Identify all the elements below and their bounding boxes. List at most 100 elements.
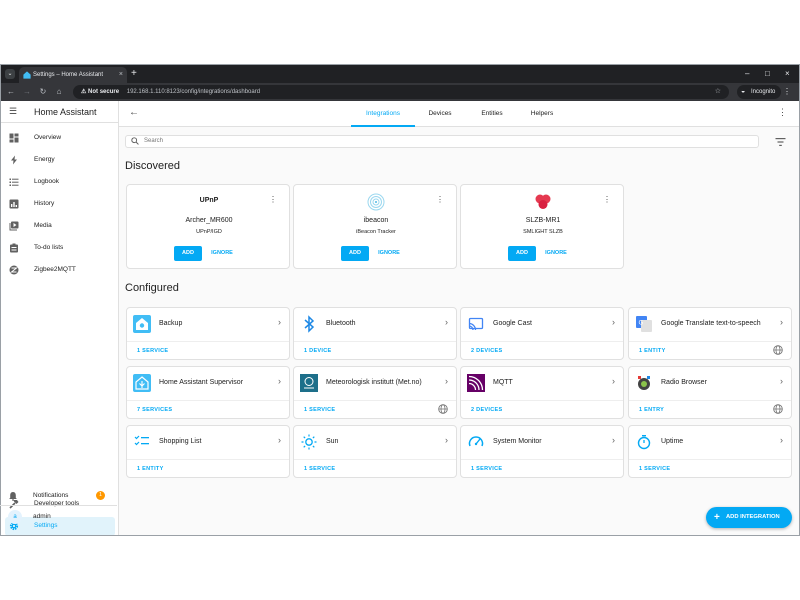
tab-search-button[interactable]: ⌄ [5,69,15,79]
sidebar-item-user[interactable]: a admin [4,508,114,527]
integration-name: Google Cast [493,320,532,327]
chevron-right-icon: › [780,376,783,386]
bluetooth-icon [304,315,315,333]
chevron-right-icon: › [780,435,783,445]
add-button[interactable]: ADD [174,246,202,261]
ignore-button[interactable]: IGNORE [377,246,401,261]
integration-name: MQTT [493,379,513,386]
integration-card-backup[interactable]: Backup › 1 SERVICE [126,307,290,360]
integration-card-met-no[interactable]: Meteorologisk institutt (Met.no) › 1 SER… [293,366,457,419]
integration-card-supervisor[interactable]: Home Assistant Supervisor › 7 SERVICES [126,366,290,419]
tab-title: Settings – Home Assistant [33,72,104,78]
sidebar-item-media[interactable]: Media [5,217,115,236]
integration-count-link[interactable]: 1 SERVICE [304,407,335,413]
sidebar-header: ☰ Home Assistant [1,101,118,123]
sidebar-item-zigbee2mqtt[interactable]: Zigbee2MQTT [5,261,115,280]
integration-card-uptime[interactable]: Uptime › 1 SERVICE [628,425,792,478]
bookmark-star-icon[interactable]: ☆ [715,85,721,99]
browser-menu-icon[interactable]: ⋮ [783,86,791,98]
overflow-menu-icon[interactable]: ⋮ [778,107,787,118]
add-integration-label: ADD INTEGRATION [726,514,780,520]
integration-count-link[interactable]: 2 DEVICES [471,348,502,354]
sidebar-item-overview[interactable]: Overview [5,129,115,148]
card-menu-icon[interactable]: ⋮ [603,195,611,204]
integration-card-sun[interactable]: Sun › 1 SERVICE [293,425,457,478]
integration-name: Backup [159,320,183,327]
ibeacon-logo-icon [367,193,385,211]
minimize-button[interactable]: – [745,68,749,80]
integration-count-link[interactable]: 1 ENTITY [639,348,666,354]
card-menu-icon[interactable]: ⋮ [269,195,277,204]
card-divider [629,400,791,401]
chevron-right-icon: › [278,435,281,445]
user-name: admin [33,513,51,520]
integration-count-link[interactable]: 1 ENTRY [639,407,664,413]
chevron-right-icon: › [612,376,615,386]
tab-devices[interactable]: Devices [419,101,461,127]
card-divider [127,341,289,342]
card-divider [294,400,456,401]
add-integration-button[interactable]: + ADD INTEGRATION [706,507,792,528]
back-arrow-icon[interactable]: ← [129,107,139,118]
configured-heading: Configured [125,282,179,294]
tab-integrations[interactable]: Integrations [351,101,415,127]
history-icon [9,199,19,209]
integration-card-google-cast[interactable]: Google Cast › 2 DEVICES [460,307,624,360]
browser-tab[interactable]: Settings – Home Assistant × [19,67,127,83]
ignore-button[interactable]: IGNORE [210,246,234,261]
tab-helpers[interactable]: Helpers [521,101,563,127]
integration-count-link[interactable]: 1 SERVICE [639,466,670,472]
discovered-card-upnp: UPnP Archer_MR600 UPnP/IGD ⋮ ADD IGNORE [126,184,290,269]
home-icon[interactable]: ⌂ [53,86,65,98]
sidebar-item-label: Energy [34,156,55,163]
integration-card-bluetooth[interactable]: Bluetooth › 1 DEVICE [293,307,457,360]
integration-count-link[interactable]: 7 SERVICES [137,407,172,413]
integration-count-link[interactable]: 1 ENTITY [137,466,164,472]
mqtt-icon [467,374,485,392]
sidebar-item-notifications[interactable]: Notifications 1 [4,487,114,506]
add-button[interactable]: ADD [508,246,536,261]
maximize-button[interactable]: □ [765,68,770,80]
integration-count-link[interactable]: 1 DEVICE [304,348,331,354]
integration-card-google-translate[interactable]: G Google Translate text-to-speech › 1 EN… [628,307,792,360]
sidebar-item-history[interactable]: History [5,195,115,214]
sidebar-item-label: Overview [34,134,62,141]
new-tab-button[interactable]: + [131,67,137,81]
not-secure-chip[interactable]: ⚠ Not secure [77,85,123,99]
close-window-button[interactable]: × [785,68,790,80]
card-divider [461,400,623,401]
integration-count-link[interactable]: 1 SERVICE [304,466,335,472]
integration-count-link[interactable]: 2 DEVICES [471,407,502,413]
menu-collapse-icon[interactable]: ☰ [9,106,17,117]
sidebar-item-label: History [34,200,55,207]
forward-arrow-icon[interactable]: → [21,86,33,98]
address-bar[interactable]: ⚠ Not secure 192.168.1.110:8123/config/i… [73,85,729,99]
reload-icon[interactable]: ↻ [37,86,49,98]
incognito-chip[interactable]: ◒ Incognito [737,85,782,99]
tab-entities[interactable]: Entities [471,101,513,127]
todo-icon [10,243,18,253]
back-arrow-icon[interactable]: ← [5,86,17,98]
card-divider [127,400,289,401]
filter-icon[interactable] [775,137,786,147]
tab-close-icon[interactable]: × [119,67,123,83]
add-button[interactable]: ADD [341,246,369,261]
sidebar-item-logbook[interactable]: Logbook [5,173,115,192]
integration-card-radio-browser[interactable]: Radio Browser › 1 ENTRY [628,366,792,419]
integration-count-link[interactable]: 1 SERVICE [471,466,502,472]
integration-card-shopping-list[interactable]: Shopping List › 1 ENTITY [126,425,290,478]
integration-card-system-monitor[interactable]: System Monitor › 1 SERVICE [460,425,624,478]
integration-name: Meteorologisk institutt (Met.no) [326,379,422,386]
card-menu-icon[interactable]: ⋮ [436,195,444,204]
integration-count-link[interactable]: 1 SERVICE [137,348,168,354]
sidebar-item-todo[interactable]: To-do lists [5,239,115,258]
ignore-button[interactable]: IGNORE [544,246,568,261]
discovered-card-slzb: SLZB-MR1 SMLIGHT SLZB ⋮ ADD IGNORE [460,184,624,269]
integration-card-mqtt[interactable]: MQTT › 2 DEVICES [460,366,624,419]
globe-icon [438,404,448,414]
sidebar-item-energy[interactable]: Energy [5,151,115,170]
card-divider [294,459,456,460]
discovered-name: ibeacon [363,217,389,224]
search-input[interactable]: Search [125,135,759,148]
sidebar-title: Home Assistant [34,107,97,117]
